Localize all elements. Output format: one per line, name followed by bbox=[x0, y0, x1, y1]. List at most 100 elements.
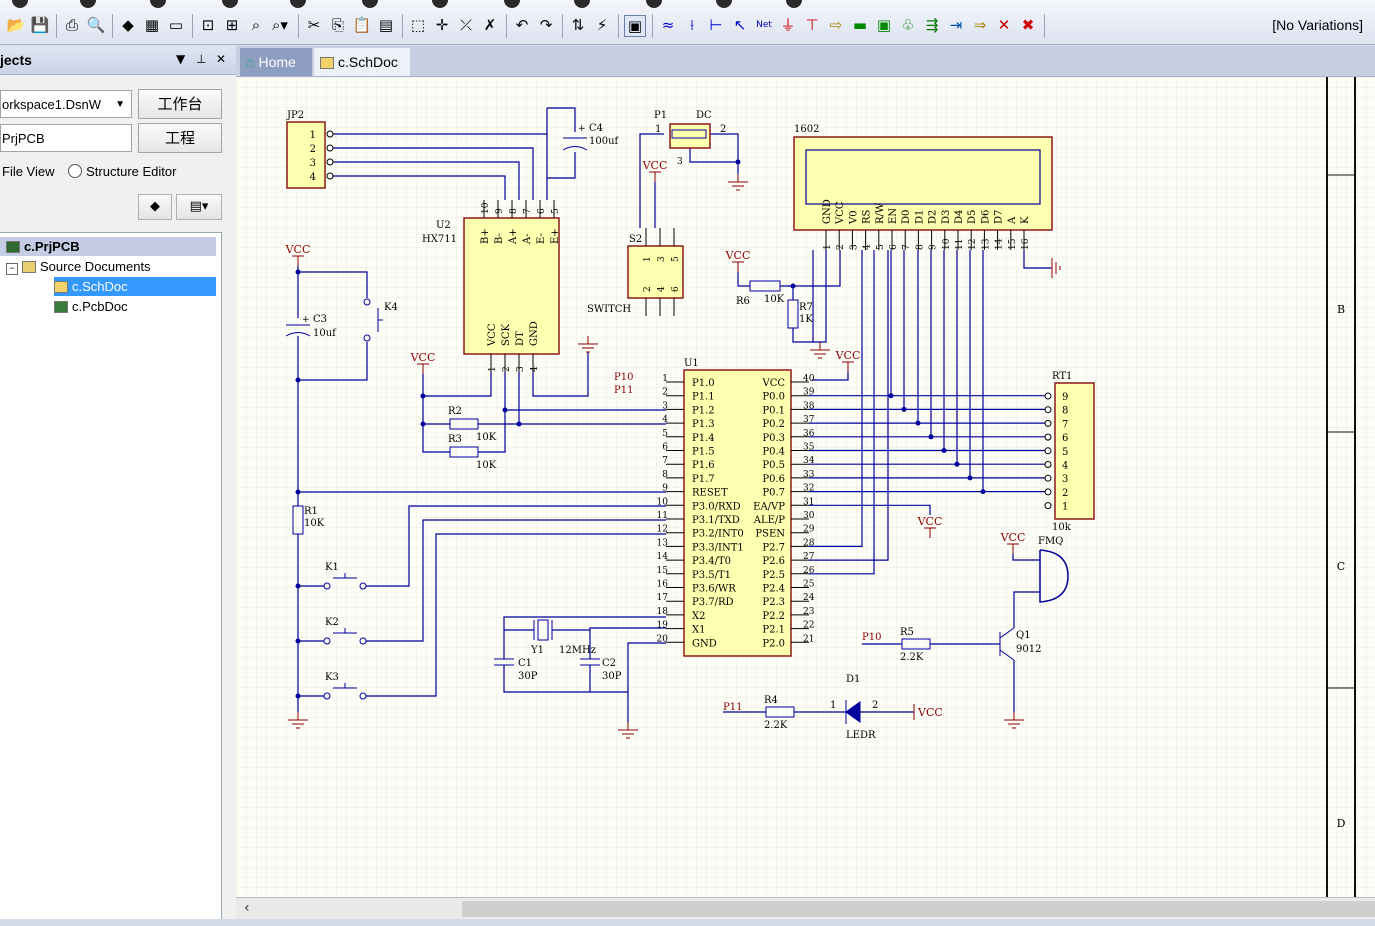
u2-pin-name: SCK bbox=[501, 323, 512, 346]
lcd-ref: 1602 bbox=[794, 124, 819, 135]
r2-value: 10K bbox=[476, 432, 497, 443]
workspace-dropdown[interactable]: orkspace1.DsnW ▼ bbox=[0, 90, 132, 118]
tab-home[interactable]: ⌂ Home bbox=[240, 48, 312, 76]
pcb-doc-icon bbox=[54, 301, 68, 313]
net-icon[interactable]: Net bbox=[754, 15, 774, 35]
workspace-button[interactable]: 工作台 bbox=[138, 89, 222, 119]
pin-icon[interactable]: ⊥ bbox=[196, 52, 206, 66]
save-icon[interactable]: 💾 bbox=[30, 15, 50, 35]
move-icon[interactable]: ✛ bbox=[432, 15, 452, 35]
no-erc-icon[interactable]: ✕ bbox=[994, 15, 1014, 35]
folder-icon[interactable]: ▭ bbox=[166, 15, 186, 35]
u1-pin-name: P0.4 bbox=[762, 447, 785, 458]
clear-icon[interactable]: ✖ bbox=[1018, 15, 1038, 35]
print-icon[interactable]: ⎙ bbox=[62, 15, 82, 35]
u1-pin-number: 20 bbox=[657, 634, 669, 644]
bus-icon[interactable]: ⟊ bbox=[682, 15, 702, 35]
toolbar-icon[interactable] bbox=[646, 0, 662, 8]
u1-pin-number: 3 bbox=[662, 401, 668, 411]
collapse-icon[interactable]: − bbox=[6, 263, 18, 275]
gnd-power-icon[interactable]: ⏚ bbox=[778, 15, 798, 35]
c3-ref: C3 bbox=[313, 314, 327, 325]
scroll-thumb[interactable] bbox=[462, 901, 1375, 917]
junction bbox=[502, 407, 508, 413]
sheet-entry-icon[interactable]: ♧ bbox=[898, 15, 918, 35]
clear-filter-icon[interactable]: ✗ bbox=[480, 15, 500, 35]
toolbar-icon[interactable] bbox=[786, 0, 802, 8]
rt1-pin-number: 4 bbox=[1062, 461, 1068, 472]
cut-icon[interactable]: ✂ bbox=[304, 15, 324, 35]
junction bbox=[420, 393, 426, 399]
tree-item-schdoc[interactable]: c.SchDoc bbox=[54, 277, 216, 296]
toolbar-icon[interactable] bbox=[432, 0, 448, 8]
toolbar-icon[interactable] bbox=[12, 0, 28, 8]
file-view-option[interactable]: File View bbox=[2, 164, 55, 179]
net-label-p11: P11 bbox=[723, 702, 742, 713]
d1-ref: D1 bbox=[846, 674, 860, 685]
toolbar-icon[interactable] bbox=[290, 0, 306, 8]
tree-item-pcbdoc[interactable]: c.PcbDoc bbox=[54, 297, 216, 316]
variations-dropdown[interactable]: [No Variations] bbox=[1272, 17, 1363, 33]
p1-pin-number: 3 bbox=[677, 157, 683, 167]
zoom-area-icon[interactable]: ⊞ bbox=[222, 15, 242, 35]
deselect-icon[interactable]: ⤫ bbox=[456, 15, 476, 35]
pcb-icon[interactable]: ▦ bbox=[142, 15, 162, 35]
toolbar-icon[interactable] bbox=[574, 0, 590, 8]
workspace-layers-icon[interactable]: ◆ bbox=[138, 194, 172, 220]
tab-schdoc[interactable]: c.SchDoc bbox=[314, 48, 410, 76]
project-field[interactable]: PrjPCB bbox=[0, 124, 132, 152]
component-icon[interactable]: ▬ bbox=[850, 15, 870, 35]
structure-editor-label[interactable]: Structure Editor bbox=[86, 164, 176, 179]
hierarchy-icon[interactable]: ⇅ bbox=[568, 15, 588, 35]
toolbar-separator bbox=[618, 14, 619, 38]
toolbar-icon[interactable] bbox=[80, 0, 96, 8]
net-label-icon[interactable]: ↖ bbox=[730, 15, 750, 35]
u1-pin-number: 39 bbox=[803, 388, 815, 398]
zoom-select-icon[interactable]: ⌕ bbox=[246, 15, 266, 35]
vcc-power-icon[interactable]: ⊤ bbox=[802, 15, 822, 35]
wire-icon[interactable]: ≈ bbox=[658, 15, 678, 35]
u1-pin-name: P3.1/TXD bbox=[692, 515, 740, 526]
project-icon bbox=[6, 241, 20, 253]
zoom-menu-icon[interactable]: ⌕▾ bbox=[270, 15, 290, 35]
toolbar-icon[interactable] bbox=[504, 0, 520, 8]
schematic-canvas[interactable]: B C D JP2 1 2 3 4 + C4 100uf U2 HX711 10 B+ 9 B- 8 A+ 7 A… bbox=[236, 77, 1375, 897]
document-options-icon[interactable]: ▤▾ bbox=[176, 194, 222, 220]
paste-icon[interactable]: 📋 bbox=[352, 15, 372, 35]
directive-icon[interactable]: ⇒ bbox=[970, 15, 990, 35]
select-area-icon[interactable]: ⬚ bbox=[408, 15, 428, 35]
scroll-left-icon[interactable]: ‹ bbox=[244, 900, 250, 916]
bus-entry-icon[interactable]: ⊢ bbox=[706, 15, 726, 35]
close-icon[interactable]: ✕ bbox=[216, 52, 226, 66]
cross-probe-icon[interactable]: ⚡ bbox=[592, 15, 612, 35]
toolbar-icon[interactable] bbox=[362, 0, 378, 8]
toolbar-icon[interactable] bbox=[150, 0, 166, 8]
d1-value: LEDR bbox=[846, 730, 876, 741]
harness-icon[interactable]: ⇥ bbox=[946, 15, 966, 35]
copy-icon[interactable]: ⎘ bbox=[328, 15, 348, 35]
device-sheet-icon[interactable]: ⇶ bbox=[922, 15, 942, 35]
tree-item-project[interactable]: c.PrjPCB bbox=[0, 237, 216, 256]
tree-item-source-documents[interactable]: − Source Documents bbox=[0, 257, 216, 276]
toolbar-icon[interactable] bbox=[716, 0, 732, 8]
browse-icon[interactable]: ▣ bbox=[624, 15, 646, 37]
project-button[interactable]: 工程 bbox=[138, 123, 222, 153]
layers-icon[interactable]: ◆ bbox=[118, 15, 138, 35]
horizontal-scrollbar[interactable]: ‹ bbox=[236, 897, 1375, 920]
rubber-stamp-icon[interactable]: ▤ bbox=[376, 15, 396, 35]
open-icon[interactable]: 📂 bbox=[6, 15, 26, 35]
zoom-fit-icon[interactable]: ⊡ bbox=[198, 15, 218, 35]
sheet-symbol-icon[interactable]: ▣ bbox=[874, 15, 894, 35]
undo-icon[interactable]: ↶ bbox=[512, 15, 532, 35]
redo-icon[interactable]: ↷ bbox=[536, 15, 556, 35]
toolbar-icon[interactable] bbox=[222, 0, 238, 8]
lcd-pin-name: R/W bbox=[875, 202, 886, 224]
panel-menu-icon[interactable]: ▼ bbox=[176, 52, 185, 66]
rt1-pin bbox=[1044, 433, 1052, 441]
project-name: c.PrjPCB bbox=[24, 239, 80, 254]
r7-ref: R7 bbox=[799, 302, 813, 313]
port-icon[interactable]: ⇨ bbox=[826, 15, 846, 35]
u1-pin-number: 33 bbox=[803, 470, 815, 480]
print-preview-icon[interactable]: 🔍 bbox=[86, 15, 106, 35]
structure-editor-radio[interactable] bbox=[68, 164, 83, 178]
